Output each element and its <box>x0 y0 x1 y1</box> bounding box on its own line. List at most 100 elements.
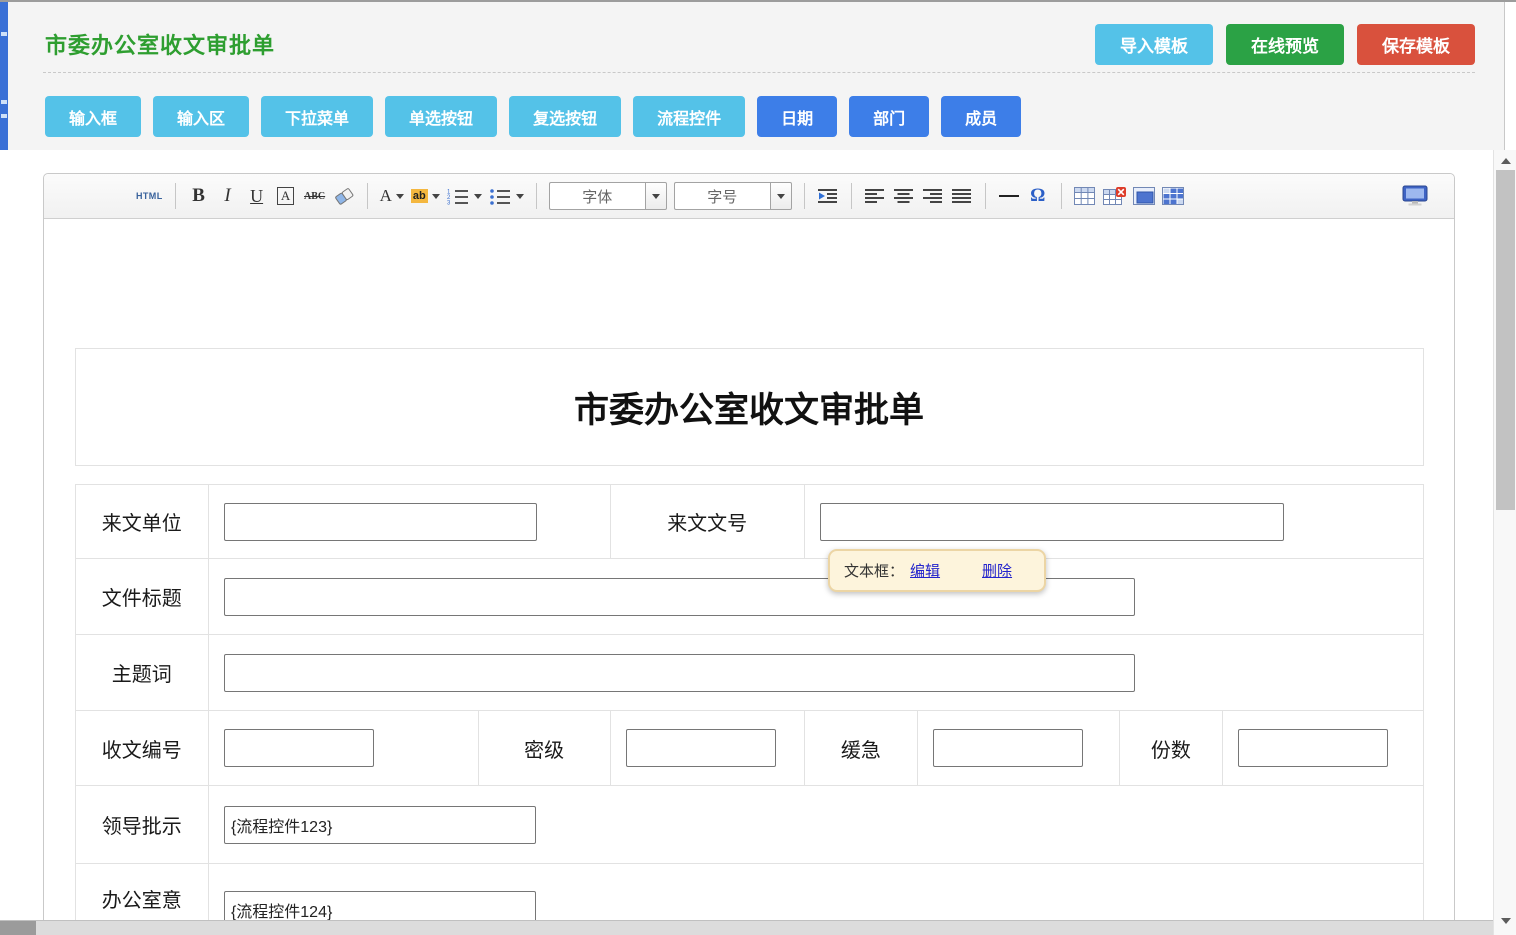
leader-comments-flow-input[interactable] <box>224 806 536 844</box>
widget-dropdown-button[interactable]: 下拉菜单 <box>261 96 373 137</box>
editor-toolbar: HTML B I U A ABC A ab <box>44 174 1454 219</box>
chevron-down-icon[interactable] <box>770 182 792 210</box>
left-edge-decoration <box>1 32 7 36</box>
font-format-icon[interactable]: A <box>277 187 294 205</box>
toolbar-separator <box>367 183 368 209</box>
label-receipt-number: 收文编号 <box>75 711 208 786</box>
scroll-up-arrow[interactable] <box>1494 152 1516 170</box>
edit-link[interactable]: 编辑 <box>910 560 940 581</box>
align-justify-icon[interactable] <box>951 181 973 211</box>
horizontal-scrollbar-thumb[interactable] <box>0 921 36 935</box>
widget-checkbox-button[interactable]: 复选按钮 <box>509 96 621 137</box>
widget-textarea-button[interactable]: 输入区 <box>153 96 249 137</box>
align-left-icon[interactable] <box>864 181 886 211</box>
cell-urgency <box>917 711 1119 786</box>
page: 市委办公室收文审批单 导入模板 在线预览 保存模板 输入框 输入区 下拉菜单 单… <box>0 0 1516 935</box>
urgency-input[interactable] <box>933 729 1083 767</box>
fullscreen-icon[interactable] <box>1402 181 1428 211</box>
header-divider <box>43 72 1475 73</box>
copies-input[interactable] <box>1238 729 1388 767</box>
textbox-edit-tooltip: 文本框： 编辑 删除 <box>828 549 1046 592</box>
label-urgency: 缓急 <box>804 711 917 786</box>
cell-doc-title <box>208 559 1423 635</box>
vertical-scrollbar-thumb[interactable] <box>1496 170 1515 510</box>
toolbar-separator <box>851 183 852 209</box>
bold-icon[interactable]: B <box>188 181 210 211</box>
widget-date-button[interactable]: 日期 <box>757 96 837 137</box>
cell-receipt-number <box>208 711 478 786</box>
cell-leader-comments <box>208 786 1423 864</box>
tooltip-label: 文本框： <box>844 560 904 581</box>
toolbar-separator <box>536 183 537 209</box>
label-copies: 份数 <box>1120 711 1222 786</box>
font-family-select[interactable]: 字体 <box>549 182 667 210</box>
label-doc-number: 来文文号 <box>610 485 804 559</box>
toolbar-separator <box>804 183 805 209</box>
remove-format-eraser-icon[interactable] <box>333 181 355 211</box>
svg-text:3: 3 <box>447 200 451 205</box>
left-edge-panel <box>0 2 8 150</box>
font-size-select[interactable]: 字号 <box>674 182 792 210</box>
strikethrough-icon[interactable]: ABC <box>304 181 326 211</box>
cell-doc-number <box>804 485 1423 559</box>
align-center-icon[interactable] <box>893 181 915 211</box>
cell-properties-icon[interactable] <box>1162 181 1184 211</box>
save-template-button[interactable]: 保存模板 <box>1357 24 1475 65</box>
scroll-down-arrow[interactable] <box>1494 912 1516 930</box>
toolbar-separator <box>1061 183 1062 209</box>
label-subject-words: 主题词 <box>75 635 208 711</box>
chevron-down-icon <box>396 194 404 199</box>
table-row: 收文编号 密级 缓急 份数 <box>75 711 1423 786</box>
doc-number-input[interactable] <box>820 503 1284 541</box>
insert-table-icon[interactable] <box>1074 181 1096 211</box>
horizontal-rule-icon[interactable] <box>998 181 1020 211</box>
html-source-icon[interactable]: HTML <box>136 181 163 211</box>
page-title: 市委办公室收文审批单 <box>45 28 275 60</box>
chevron-down-icon <box>432 194 440 199</box>
special-character-icon[interactable]: Ω <box>1027 181 1049 211</box>
header-actions: 导入模板 在线预览 保存模板 <box>1095 24 1475 65</box>
widget-input-box-button[interactable]: 输入框 <box>45 96 141 137</box>
vertical-scrollbar[interactable] <box>1493 150 1516 935</box>
header: 市委办公室收文审批单 导入模板 在线预览 保存模板 输入框 输入区 下拉菜单 单… <box>8 2 1505 150</box>
chevron-down-icon <box>474 194 482 199</box>
delete-link[interactable]: 删除 <box>982 560 1012 581</box>
table-row: 文件标题 <box>75 559 1423 635</box>
chevron-down-icon <box>516 194 524 199</box>
widget-department-button[interactable]: 部门 <box>849 96 929 137</box>
underline-icon[interactable]: U <box>246 181 268 211</box>
chevron-down-icon[interactable] <box>645 182 667 210</box>
horizontal-scrollbar[interactable] <box>0 920 1493 935</box>
widget-toolbar: 输入框 输入区 下拉菜单 单选按钮 复选按钮 流程控件 日期 部门 成员 <box>45 96 1021 137</box>
align-right-icon[interactable] <box>922 181 944 211</box>
delete-table-icon[interactable] <box>1103 181 1126 211</box>
rich-text-editor: HTML B I U A ABC A ab <box>43 173 1455 935</box>
receipt-number-input[interactable] <box>224 729 374 767</box>
import-template-button[interactable]: 导入模板 <box>1095 24 1213 65</box>
left-edge-decoration <box>1 114 7 118</box>
indent-icon[interactable] <box>817 181 839 211</box>
cell-subject-words <box>208 635 1423 711</box>
table-row: 主题词 <box>75 635 1423 711</box>
highlight-color-icon[interactable]: ab <box>411 181 440 211</box>
widget-flow-control-button[interactable]: 流程控件 <box>633 96 745 137</box>
table-properties-icon[interactable] <box>1133 181 1155 211</box>
unordered-list-icon[interactable] <box>489 181 524 211</box>
subject-words-input[interactable] <box>224 654 1135 692</box>
widget-radio-button[interactable]: 单选按钮 <box>385 96 497 137</box>
ordered-list-icon[interactable]: 1 2 3 <box>447 181 482 211</box>
widget-member-button[interactable]: 成员 <box>941 96 1021 137</box>
font-color-icon[interactable]: A <box>380 181 404 211</box>
toolbar-separator <box>985 183 986 209</box>
editor-canvas[interactable]: 市委办公室收文审批单 来文单位 来文文号 <box>44 219 1454 935</box>
online-preview-button[interactable]: 在线预览 <box>1226 24 1344 65</box>
cell-incoming-unit <box>208 485 610 559</box>
secrecy-level-input[interactable] <box>626 729 776 767</box>
italic-icon[interactable]: I <box>217 181 239 211</box>
label-secrecy-level: 密级 <box>478 711 610 786</box>
toolbar-separator <box>175 183 176 209</box>
label-leader-comments: 领导批示 <box>75 786 208 864</box>
label-incoming-unit: 来文单位 <box>75 485 208 559</box>
incoming-unit-input[interactable] <box>224 503 537 541</box>
table-row: 领导批示 <box>75 786 1423 864</box>
